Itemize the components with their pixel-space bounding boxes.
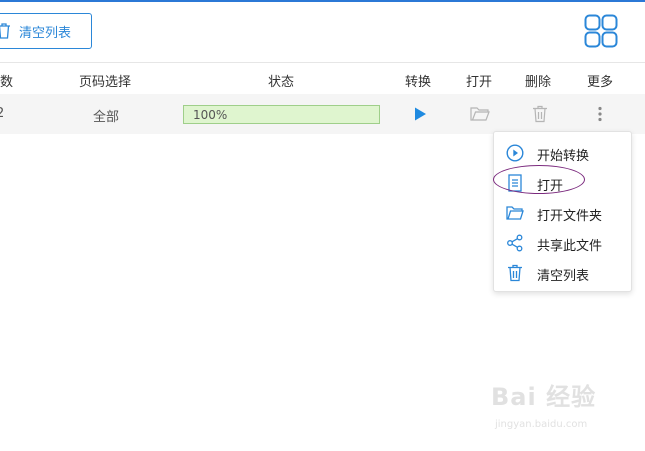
header-status: 状态	[268, 75, 295, 90]
row-count: 2	[0, 106, 5, 121]
trash-icon	[508, 264, 522, 282]
clear-list-button[interactable]: 清空列表	[0, 13, 92, 49]
share-icon	[507, 234, 523, 252]
play-circle-icon	[506, 144, 524, 162]
header-open: 打开	[466, 75, 493, 90]
menu-item-label: 清空列表	[537, 269, 590, 284]
highlight-annotation	[493, 165, 585, 194]
progress-text: 100%	[193, 108, 228, 122]
grid-view-button[interactable]	[584, 14, 618, 48]
clear-list-label: 清空列表	[19, 25, 72, 41]
menu-item-label: 开始转换	[537, 149, 590, 164]
menu-item-start-convert[interactable]: 开始转换	[494, 138, 633, 168]
header-page-selection: 页码选择	[79, 75, 132, 90]
more-button[interactable]	[590, 104, 610, 124]
table-header: 数 页码选择 状态 转换 打开 删除 更多	[0, 62, 645, 94]
menu-item-label: 共享此文件	[537, 239, 603, 254]
more-vertical-icon	[598, 106, 602, 122]
menu-item-share-file[interactable]: 共享此文件	[494, 228, 633, 258]
header-count: 数	[0, 75, 14, 90]
menu-item-clear-list[interactable]: 清空列表	[494, 258, 633, 288]
header-delete: 删除	[525, 75, 552, 90]
delete-button[interactable]	[530, 104, 550, 124]
play-icon	[415, 107, 426, 121]
page-selection-value[interactable]: 全部	[93, 106, 119, 125]
watermark-url: jingyan.baidu.com	[495, 419, 588, 430]
folder-open-icon	[506, 206, 524, 220]
watermark: Bai 经验 jingyan.baidu.com	[491, 377, 621, 437]
table-row: 2 全部 100%	[0, 94, 645, 134]
top-accent-line	[0, 0, 645, 2]
more-dropdown-menu: 开始转换 打开 打开文件夹 共享此文件 清空列表	[493, 131, 632, 292]
menu-item-label: 打开文件夹	[537, 209, 603, 224]
watermark-brand: Bai 经验	[491, 383, 597, 411]
header-convert: 转换	[405, 75, 432, 90]
trash-icon	[0, 23, 11, 39]
menu-item-open-folder[interactable]: 打开文件夹	[494, 198, 633, 228]
open-folder-button[interactable]	[470, 104, 490, 124]
folder-icon	[470, 107, 490, 121]
progress-bar: 100%	[183, 105, 380, 124]
grid-icon	[584, 14, 618, 48]
header-more: 更多	[587, 75, 614, 90]
convert-button[interactable]	[410, 104, 430, 124]
trash-icon	[533, 105, 547, 123]
